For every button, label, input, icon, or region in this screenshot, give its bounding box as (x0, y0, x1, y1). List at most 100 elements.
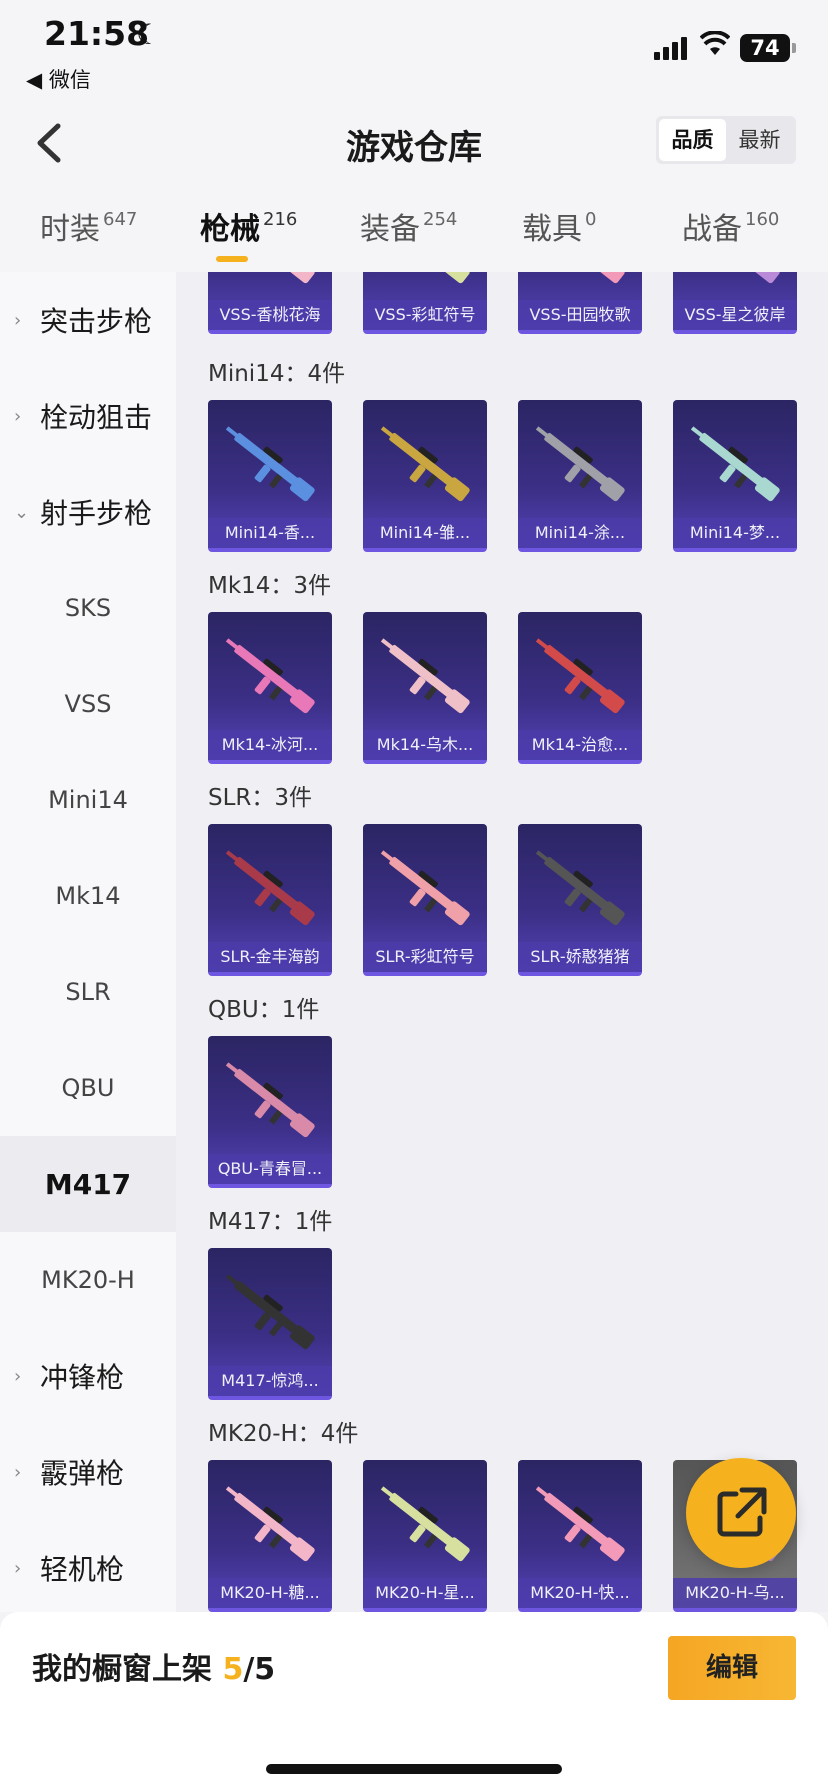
item-name: VSS-星之彼岸 (673, 300, 797, 330)
tab-guns[interactable]: 枪械 216 (200, 204, 297, 248)
chevron-right-icon: › (14, 1557, 22, 1579)
item-name: VSS-彩虹符号 (363, 300, 487, 330)
item-card[interactable]: VSS-彩虹符号 (363, 272, 487, 334)
sidebar: › 突击步枪 › 栓动狙击 ⌄ 射手步枪 SKS VSS Mini14 Mk14 SL… (0, 272, 176, 1612)
item-card[interactable]: SLR-娇憨猪猪 (518, 824, 642, 976)
item-card[interactable]: Mk14-治愈... (518, 612, 642, 764)
sidebar-item-m417[interactable]: M417 (0, 1136, 176, 1232)
tab-indicator (216, 256, 248, 262)
gun-skin-image (690, 426, 780, 502)
gun-skin-image (535, 638, 625, 714)
sidebar-item-sks[interactable]: SKS (0, 560, 176, 656)
chevron-right-icon: › (14, 405, 22, 427)
battery-icon: 74 (740, 34, 796, 62)
gun-skin-image (380, 850, 470, 926)
share-external-icon (717, 1487, 767, 1537)
item-card[interactable]: Mini14-香... (208, 400, 332, 552)
wifi-icon (699, 30, 731, 65)
item-grid: VSS-香桃花海 VSS-彩虹符号 VSS-田园牧歌 VSS-星之彼岸 Mini… (176, 272, 828, 1612)
sidebar-item-smg[interactable]: › 冲锋枪 (0, 1328, 176, 1424)
sort-quality[interactable]: 品质 (659, 119, 726, 161)
gun-skin-image (535, 1486, 625, 1562)
back-to-wechat[interactable]: ◀ 微信 (26, 64, 91, 94)
item-card[interactable]: SLR-彩虹符号 (363, 824, 487, 976)
chevron-right-icon: › (14, 1461, 22, 1483)
sort-toggle: 品质 最新 (656, 116, 796, 164)
chevron-right-icon: › (14, 309, 22, 331)
home-indicator (266, 1764, 562, 1774)
item-name: Mk14-冰河... (208, 730, 332, 760)
gun-skin-image (535, 850, 625, 926)
item-card[interactable]: VSS-香桃花海 (208, 272, 332, 334)
tab-vehicles[interactable]: 载具 0 (522, 204, 596, 248)
section-title-mk14: Mk14：3件 (208, 573, 332, 599)
gun-skin-image (225, 638, 315, 714)
item-name: Mini14-雏... (363, 518, 487, 548)
item-name: MK20-H-糖... (208, 1578, 332, 1608)
tab-supplies[interactable]: 战备 160 (682, 204, 779, 248)
sidebar-item-slr[interactable]: SLR (0, 944, 176, 1040)
item-card[interactable]: MK20-H-糖... (208, 1460, 332, 1612)
item-card[interactable]: VSS-星之彼岸 (673, 272, 797, 334)
item-name: SLR-金丰海韵 (208, 942, 332, 972)
gun-skin-image (225, 850, 315, 926)
item-name: SLR-娇憨猪猪 (518, 942, 642, 972)
item-card[interactable]: MK20-H-快... (518, 1460, 642, 1612)
sidebar-item-assault-rifle[interactable]: › 突击步枪 (0, 272, 176, 368)
chevron-right-icon: › (14, 1365, 22, 1387)
item-name: Mk14-乌木... (363, 730, 487, 760)
sidebar-item-shotgun[interactable]: › 霰弹枪 (0, 1424, 176, 1520)
gun-skin-image (380, 1486, 470, 1562)
item-name: Mini14-梦... (673, 518, 797, 548)
sidebar-item-lmg[interactable]: › 轻机枪 (0, 1520, 176, 1616)
item-card[interactable]: Mk14-乌木... (363, 612, 487, 764)
item-name: Mk14-治愈... (518, 730, 642, 760)
sidebar-item-marksman[interactable]: ⌄ 射手步枪 (0, 464, 176, 560)
bottom-bar: 我的橱窗上架 5/5 编辑 (0, 1612, 828, 1792)
item-name: QBU-青春冒... (208, 1154, 332, 1184)
item-card[interactable]: QBU-青春冒... (208, 1036, 332, 1188)
header: 游戏仓库 品质 最新 (0, 100, 828, 190)
sort-newest[interactable]: 最新 (726, 119, 793, 161)
gun-skin-image (225, 1486, 315, 1562)
gun-skin-image (225, 1062, 315, 1138)
item-name: M417-惊鸿... (208, 1366, 332, 1396)
item-card[interactable]: SLR-金丰海韵 (208, 824, 332, 976)
item-name: VSS-香桃花海 (208, 300, 332, 330)
item-name: MK20-H-快... (518, 1578, 642, 1608)
section-title-mini14: Mini14：4件 (208, 361, 346, 387)
edit-button[interactable]: 编辑 (668, 1636, 796, 1700)
share-button[interactable] (686, 1458, 796, 1568)
sidebar-item-mk14[interactable]: Mk14 (0, 848, 176, 944)
sidebar-item-vss[interactable]: VSS (0, 656, 176, 752)
showcase-count: 我的橱窗上架 5/5 (32, 1652, 276, 1687)
item-card[interactable]: Mk14-冰河... (208, 612, 332, 764)
item-card[interactable]: Mini14-梦... (673, 400, 797, 552)
item-card[interactable]: M417-惊鸿... (208, 1248, 332, 1400)
item-card[interactable]: Mini14-雏... (363, 400, 487, 552)
sidebar-item-mk20h[interactable]: MK20-H (0, 1232, 176, 1328)
item-card[interactable]: Mini14-涂... (518, 400, 642, 552)
section-title-m417: M417：1件 (208, 1209, 333, 1235)
sidebar-item-bolt-sniper[interactable]: › 栓动狙击 (0, 368, 176, 464)
gun-skin-image (535, 426, 625, 502)
status-time: 21:58 (44, 14, 150, 53)
gun-skin-image (225, 426, 315, 502)
signal-icon (654, 36, 690, 60)
tab-fashion[interactable]: 时装 647 (40, 204, 137, 248)
gun-skin-image (225, 1274, 315, 1350)
section-title-mk20h: MK20-H：4件 (208, 1421, 359, 1447)
item-name: MK20-H-乌... (673, 1578, 797, 1608)
item-card[interactable]: VSS-田园牧歌 (518, 272, 642, 334)
item-name: MK20-H-星... (363, 1578, 487, 1608)
chevron-down-icon: ⌄ (14, 501, 30, 523)
category-tabs: 时装 647 枪械 216 装备 254 载具 0 战备 160 (0, 190, 828, 272)
gun-skin-image (380, 638, 470, 714)
item-card[interactable]: MK20-H-星... (363, 1460, 487, 1612)
item-name: VSS-田园牧歌 (518, 300, 642, 330)
section-title-qbu: QBU：1件 (208, 997, 320, 1023)
tab-equipment[interactable]: 装备 254 (360, 204, 457, 248)
sidebar-item-qbu[interactable]: QBU (0, 1040, 176, 1136)
item-name: Mini14-香... (208, 518, 332, 548)
sidebar-item-mini14[interactable]: Mini14 (0, 752, 176, 848)
